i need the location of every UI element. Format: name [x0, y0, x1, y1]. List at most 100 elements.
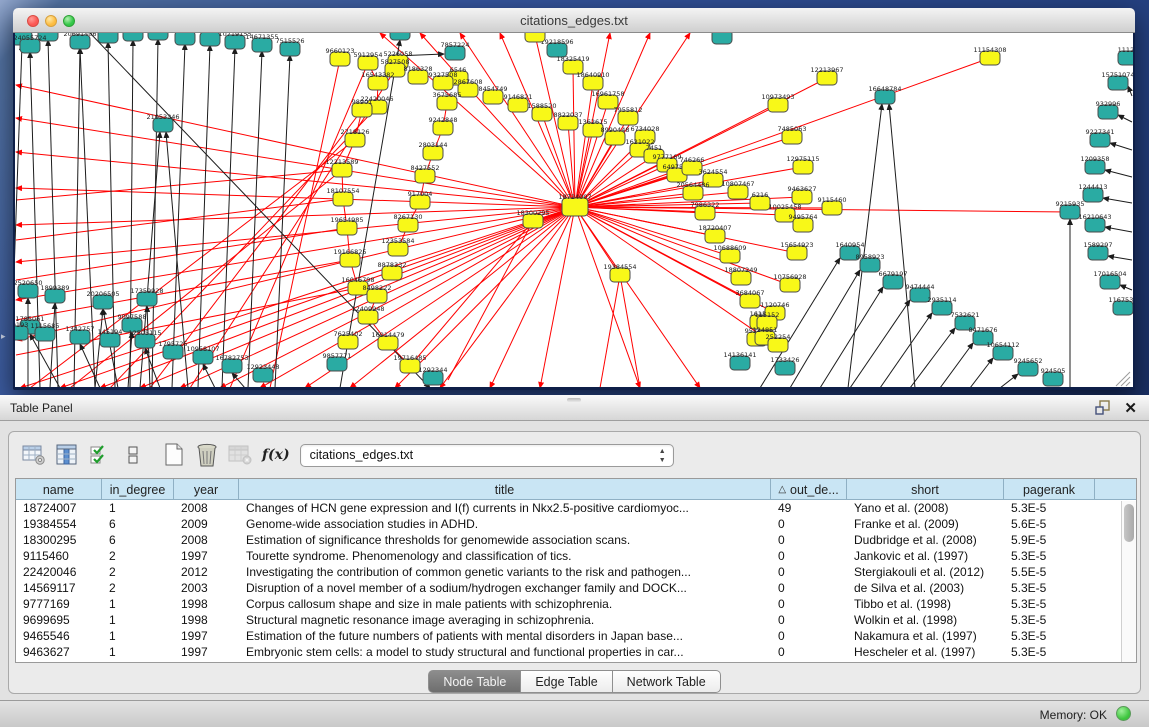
tab-network-table[interactable]: Network Table [613, 670, 721, 693]
tab-node-table[interactable]: Node Table [428, 670, 521, 693]
network-node[interactable] [98, 33, 118, 43]
table-cell-out_de[interactable]: 0 [771, 612, 847, 628]
table-cell-name[interactable]: 9115460 [16, 548, 102, 564]
network-edge[interactable] [448, 221, 533, 380]
function-builder-icon[interactable]: f(x) [262, 447, 290, 463]
table-row[interactable]: 911546021997Tourette syndrome. Phenomeno… [16, 548, 1136, 564]
table-row[interactable]: 1830029562008Estimation of significance … [16, 532, 1136, 548]
network-edge[interactable] [1103, 198, 1132, 203]
table-selector-dropdown[interactable]: citations_edges.txt ▲▼ [300, 444, 674, 467]
network-node[interactable] [712, 33, 732, 44]
network-graph[interactable]: 1863521610240557242069140610355311055310… [15, 33, 1133, 387]
show-columns-icon[interactable] [52, 441, 82, 469]
network-node[interactable] [175, 33, 195, 45]
table-cell-year[interactable]: 2009 [174, 516, 239, 532]
table-cell-pagerank[interactable]: 5.6E-5 [1004, 516, 1095, 532]
network-edge[interactable] [190, 70, 395, 387]
table-cell-pagerank[interactable]: 5.3E-5 [1004, 628, 1095, 644]
table-cell-out_de[interactable]: 49 [771, 500, 847, 516]
table-cell-name[interactable]: 9463627 [16, 644, 102, 660]
table-scrollbar-thumb[interactable] [1124, 504, 1134, 542]
table-row[interactable]: 946554611997Estimation of the future num… [16, 628, 1136, 644]
column-header-out_de[interactable]: △out_de... [771, 479, 847, 500]
table-cell-year[interactable]: 2003 [174, 580, 239, 596]
network-edge[interactable] [910, 328, 955, 387]
table-cell-short[interactable]: Franke et al. (2009) [847, 516, 1004, 532]
table-cell-title[interactable]: Changes of HCN gene expression and I(f) … [239, 500, 771, 516]
column-header-short[interactable]: short [847, 479, 1004, 500]
network-edge[interactable] [575, 207, 790, 285]
table-cell-year[interactable]: 1997 [174, 628, 239, 644]
table-row[interactable]: 969969511998Structural magnetic resonanc… [16, 612, 1136, 628]
table-cell-in_degree[interactable]: 1 [102, 596, 174, 612]
column-header-pagerank[interactable]: pagerank [1004, 479, 1095, 500]
network-edge[interactable] [1128, 86, 1132, 96]
table-cell-short[interactable]: Tibbo et al. (1998) [847, 596, 1004, 612]
table-cell-out_de[interactable]: 0 [771, 628, 847, 644]
network-edge[interactable] [1110, 143, 1132, 150]
rows-icon[interactable] [118, 441, 148, 469]
network-edge[interactable] [600, 275, 620, 387]
table-row[interactable]: 1456911722003Disruption of a novel membe… [16, 580, 1136, 596]
collapse-panel-arrow-icon[interactable]: ▸ [1, 331, 6, 342]
table-cell-short[interactable]: de Silva et al. (2003) [847, 580, 1004, 596]
network-window-titlebar[interactable]: citations_edges.txt [13, 8, 1135, 33]
table-row[interactable]: 977716911998Corpus callosum shape and si… [16, 596, 1136, 612]
network-edge[interactable] [30, 334, 60, 387]
table-panel-header[interactable]: Table Panel ✕ [0, 395, 1149, 421]
table-cell-short[interactable]: Hescheler et al. (1997) [847, 644, 1004, 660]
table-cell-name[interactable]: 18300295 [16, 532, 102, 548]
network-edge[interactable] [222, 48, 235, 387]
table-cell-in_degree[interactable]: 1 [102, 628, 174, 644]
network-edge[interactable] [16, 152, 575, 207]
network-edge[interactable] [16, 118, 575, 207]
new-table-icon[interactable] [159, 441, 189, 469]
table-cell-short[interactable]: Yano et al. (2008) [847, 500, 1004, 516]
network-node[interactable] [390, 33, 410, 40]
table-cell-out_de[interactable]: 0 [771, 644, 847, 660]
column-header-name[interactable]: name [16, 479, 102, 500]
table-cell-year[interactable]: 1998 [174, 596, 239, 612]
table-cell-pagerank[interactable]: 5.3E-5 [1004, 500, 1095, 516]
table-cell-year[interactable]: 1997 [174, 548, 239, 564]
table-settings-icon[interactable] [19, 441, 49, 469]
table-cell-pagerank[interactable]: 5.3E-5 [1004, 548, 1095, 564]
network-edge[interactable] [16, 199, 343, 240]
splitter-handle[interactable] [567, 398, 581, 402]
table-cell-year[interactable]: 2008 [174, 500, 239, 516]
table-cell-name[interactable]: 9465546 [16, 628, 102, 644]
table-cell-out_de[interactable]: 0 [771, 564, 847, 580]
network-edge[interactable] [410, 221, 533, 366]
network-edge[interactable] [940, 343, 973, 387]
table-row[interactable]: 1872400712008Changes of HCN gene express… [16, 500, 1136, 516]
select-columns-icon[interactable] [85, 441, 115, 469]
table-cell-in_degree[interactable]: 6 [102, 532, 174, 548]
column-header-title[interactable]: title [239, 479, 771, 500]
network-edge[interactable] [850, 300, 910, 387]
network-edge[interactable] [620, 275, 640, 387]
table-cell-year[interactable]: 1998 [174, 612, 239, 628]
memory-ok-indicator-icon[interactable] [1116, 706, 1131, 721]
table-row[interactable]: 2242004622012Investigating the contribut… [16, 564, 1136, 580]
table-cell-in_degree[interactable]: 2 [102, 548, 174, 564]
table-cell-year[interactable]: 2008 [174, 532, 239, 548]
network-edge[interactable] [889, 104, 915, 387]
table-cell-title[interactable]: Embryonic stem cells: a model to study s… [239, 644, 771, 660]
network-edge[interactable] [203, 364, 215, 387]
tab-edge-table[interactable]: Edge Table [521, 670, 612, 693]
network-node[interactable] [123, 33, 143, 41]
table-cell-out_de[interactable]: 0 [771, 532, 847, 548]
network-edge[interactable] [540, 207, 575, 387]
table-cell-in_degree[interactable]: 1 [102, 612, 174, 628]
table-cell-in_degree[interactable]: 6 [102, 516, 174, 532]
table-cell-short[interactable]: Stergiakouli et al. (2012) [847, 564, 1004, 580]
table-cell-out_de[interactable]: 0 [771, 516, 847, 532]
table-cell-year[interactable]: 1997 [174, 644, 239, 660]
table-cell-out_de[interactable]: 0 [771, 580, 847, 596]
table-cell-name[interactable]: 22420046 [16, 564, 102, 580]
network-edge[interactable] [248, 51, 262, 387]
network-edge[interactable] [1105, 227, 1132, 232]
network-canvas[interactable]: 1863521610240557242069140610355311055310… [15, 33, 1133, 387]
table-cell-name[interactable]: 18724007 [16, 500, 102, 516]
column-header-year[interactable]: year [174, 479, 239, 500]
